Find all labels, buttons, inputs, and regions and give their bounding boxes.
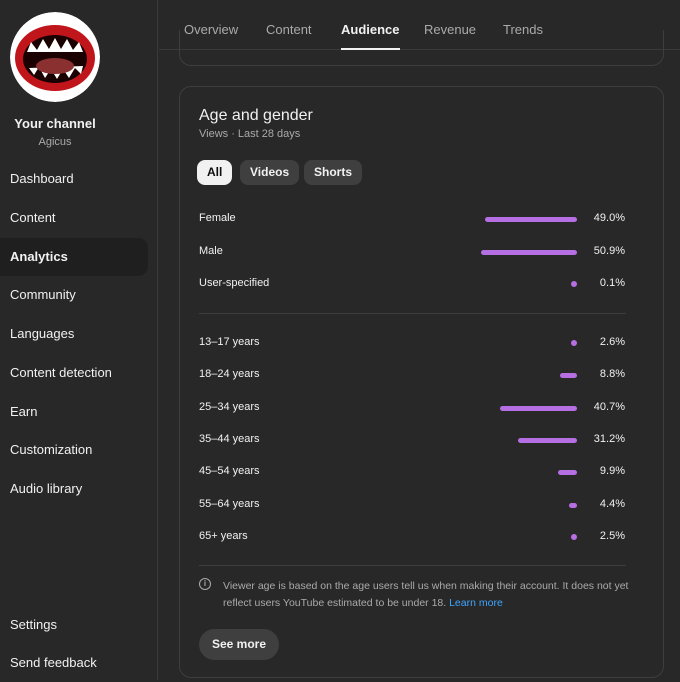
section-divider <box>199 313 626 314</box>
row-percentage: 8.8% <box>599 368 625 381</box>
row-label: 45–54 years <box>199 465 260 478</box>
sidebar-item-content[interactable]: Content <box>0 199 148 237</box>
mouth-avatar-icon <box>10 12 100 102</box>
age-gender-card: Age and gender Views · Last 28 days All … <box>179 86 664 678</box>
card-subtitle: Views · Last 28 days <box>199 128 301 140</box>
age-info-note: Viewer age is based on the age users tel… <box>223 578 633 612</box>
share-bar <box>571 340 577 346</box>
learn-more-link[interactable]: Learn more <box>449 597 503 609</box>
share-bar <box>560 373 577 379</box>
row-label: 13–17 years <box>199 336 260 348</box>
row-percentage: 50.9% <box>593 244 625 257</box>
share-bar <box>481 249 577 255</box>
row-percentage: 40.7% <box>593 400 625 413</box>
share-bar <box>569 502 577 508</box>
row-percentage: 49.0% <box>593 212 625 224</box>
see-more-button[interactable]: See more <box>199 629 280 660</box>
previous-card-edge <box>179 30 664 66</box>
row-percentage: 0.1% <box>599 277 625 289</box>
row-label: 25–34 years <box>199 400 260 413</box>
main-content: Overview Content Audience Revenue Trends… <box>159 0 680 680</box>
age-info-text: Viewer age is based on the age users tel… <box>223 580 629 609</box>
sidebar-item-analytics[interactable]: Analytics <box>0 238 148 276</box>
filter-chip-shorts[interactable]: Shorts <box>304 160 363 185</box>
sidebar-item-customization[interactable]: Customization <box>0 431 148 469</box>
sidebar: Your channel Agicus Dashboard Content Anal… <box>0 0 158 680</box>
row-label: 35–44 years <box>199 432 260 445</box>
share-bar <box>500 405 577 411</box>
share-bar <box>571 533 577 540</box>
sidebar-item-languages[interactable]: Languages <box>0 315 148 353</box>
row-percentage: 31.2% <box>593 432 625 445</box>
row-label: 65+ years <box>199 529 248 542</box>
share-bar <box>571 281 577 287</box>
sidebar-item-dashboard[interactable]: Dashboard <box>0 160 148 198</box>
row-label: Female <box>199 212 236 224</box>
row-label: 55–64 years <box>199 497 260 510</box>
channel-name: Agicus <box>38 136 72 148</box>
info-icon: i <box>199 578 211 590</box>
sidebar-item-audio-library[interactable]: Audio library <box>0 470 148 508</box>
sidebar-item-earn[interactable]: Earn <box>0 393 148 431</box>
row-percentage: 2.5% <box>599 529 625 542</box>
channel-avatar[interactable] <box>10 12 100 102</box>
row-label: User-specified <box>199 277 270 289</box>
share-bar <box>518 437 577 443</box>
card-title: Age and gender <box>199 107 313 124</box>
row-percentage: 2.6% <box>599 336 625 348</box>
row-percentage: 4.4% <box>599 497 625 510</box>
row-percentage: 9.9% <box>599 465 625 478</box>
section-divider <box>199 565 626 566</box>
sidebar-item-send-feedback[interactable]: Send feedback <box>0 644 148 682</box>
sidebar-item-settings[interactable]: Settings <box>0 606 148 644</box>
sidebar-item-community[interactable]: Community <box>0 276 148 314</box>
filter-chip-all[interactable]: All <box>197 160 233 185</box>
share-bar <box>485 217 577 222</box>
row-label: Male <box>199 244 223 257</box>
sidebar-item-content-detection[interactable]: Content detection <box>0 354 148 392</box>
channel-title: Your channel <box>14 116 96 131</box>
row-label: 18–24 years <box>199 368 260 381</box>
share-bar <box>558 470 577 476</box>
filter-chip-videos[interactable]: Videos <box>240 160 300 185</box>
